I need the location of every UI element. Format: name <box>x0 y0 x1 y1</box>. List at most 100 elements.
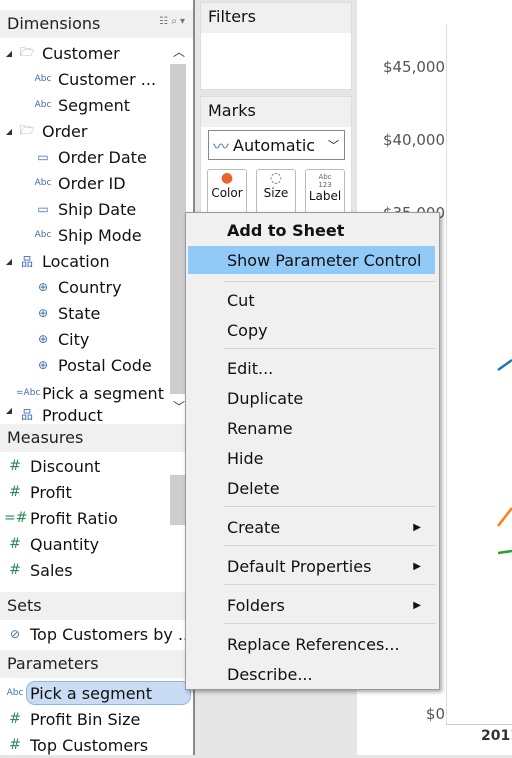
menu-item-rename[interactable]: Rename <box>186 414 439 442</box>
dimension-item[interactable]: ⊕ City <box>32 326 89 352</box>
item-label: Order <box>42 121 88 141</box>
dimension-hierarchy-location[interactable]: ◢ 品 Location <box>2 248 110 274</box>
collapse-icon[interactable]: ◢ <box>2 127 16 136</box>
measures-title: Measures <box>7 428 84 447</box>
measure-item[interactable]: # Profit <box>4 479 72 505</box>
item-label: State <box>58 303 101 323</box>
item-label: Pick a segment <box>42 383 164 403</box>
dimension-item[interactable]: Abc Order ID <box>32 170 126 196</box>
dimension-item[interactable]: ▭ Order Date <box>32 144 146 170</box>
collapse-icon[interactable]: ◢ <box>2 257 16 266</box>
menu-item-edit[interactable]: Edit... <box>186 354 439 382</box>
menu-item-replace-references[interactable]: Replace References... <box>186 630 439 658</box>
item-label: Profit <box>30 482 72 502</box>
marks-title: Marks <box>201 97 351 127</box>
set-icon: ⊘ <box>9 627 21 641</box>
item-label: Ship Date <box>58 199 137 219</box>
measures-header: Measures <box>0 424 193 452</box>
dimension-item[interactable]: ▭ Ship Date <box>32 196 136 222</box>
number-icon: # <box>9 458 21 474</box>
filters-title: Filters <box>201 3 351 33</box>
submenu-arrow-icon: ▶ <box>413 521 421 533</box>
measure-item[interactable]: =# Profit Ratio <box>4 505 118 531</box>
menu-item-hide[interactable]: Hide <box>186 444 439 472</box>
color-label: Color <box>211 186 243 200</box>
scrollbar-thumb[interactable] <box>170 64 186 394</box>
scroll-up-icon[interactable]: ︿ <box>173 43 185 60</box>
calculated-number-icon: =# <box>4 510 28 526</box>
menu-item-label: Create <box>227 517 281 537</box>
dimension-item[interactable]: Abc Ship Mode <box>32 222 142 248</box>
parameters-header: Parameters <box>0 650 193 678</box>
filters-shelf[interactable]: Filters <box>200 2 352 90</box>
dimension-item[interactable]: Abc Segment <box>32 92 130 118</box>
menu-item-cut[interactable]: Cut <box>186 286 439 314</box>
line-icon: 〰 <box>213 137 230 156</box>
scrollbar-thumb[interactable] <box>170 475 186 525</box>
item-label: Segment <box>58 95 130 115</box>
search-icon[interactable]: ☷ ⌕ ▾ <box>159 16 185 27</box>
label-icon: Abc 123 <box>318 173 332 189</box>
menu-divider <box>224 281 436 282</box>
dimension-hierarchy-product[interactable]: ◢ 品 Product <box>2 406 103 422</box>
context-menu: Add to Sheet Show Parameter Control Cut … <box>185 212 440 690</box>
data-pane: Dimensions ☷ ⌕ ▾ ︿ ﹀ ◢ 🗁 Customer Abc Custom… <box>0 0 195 755</box>
abc-icon: Abc <box>6 688 24 698</box>
folder-icon: 🗁 <box>19 44 35 59</box>
menu-item-duplicate[interactable]: Duplicate <box>186 384 439 412</box>
menu-item-describe[interactable]: Describe... <box>186 660 439 688</box>
item-label: Customer ... <box>58 69 157 89</box>
number-icon: # <box>9 562 21 578</box>
series-line-blue <box>497 358 512 372</box>
folder-icon: 🗁 <box>19 122 35 137</box>
globe-icon: ⊕ <box>37 358 49 372</box>
dimension-item[interactable]: ⊕ Country <box>32 274 122 300</box>
chevron-down-icon: ﹀ <box>328 139 339 152</box>
collapse-icon[interactable]: ◢ <box>2 49 16 58</box>
series-line-orange <box>497 507 512 527</box>
dimension-item[interactable]: =Abc Pick a segment <box>16 380 164 406</box>
menu-item-folders[interactable]: Folders ▶ <box>186 591 439 619</box>
parameter-item[interactable]: # Profit Bin Size <box>4 706 140 732</box>
parameter-item[interactable]: # Top Customers <box>4 732 148 758</box>
dimension-item[interactable]: ⊕ State <box>32 300 100 326</box>
abc-icon: Abc <box>34 74 52 84</box>
abc-icon: Abc <box>34 178 52 188</box>
mark-type-dropdown[interactable]: 〰 Automatic ﹀ <box>208 130 345 160</box>
dimension-folder-customer[interactable]: ◢ 🗁 Customer <box>2 40 120 66</box>
menu-item-copy[interactable]: Copy <box>186 316 439 344</box>
item-label: Ship Mode <box>58 225 142 245</box>
menu-item-add-to-sheet[interactable]: Add to Sheet <box>186 216 439 244</box>
number-icon: # <box>9 711 21 727</box>
menu-item-label: Default Properties <box>227 556 372 576</box>
item-label: Order ID <box>58 173 126 193</box>
color-icon: ● <box>220 170 234 186</box>
submenu-arrow-icon: ▶ <box>413 560 421 572</box>
mark-type-value: Automatic <box>233 135 316 155</box>
measure-item[interactable]: # Sales <box>4 557 72 583</box>
item-label: Pick a segment <box>30 683 152 703</box>
globe-icon: ⊕ <box>37 280 49 294</box>
dimension-item[interactable]: Abc Customer ... <box>32 66 156 92</box>
sets-title: Sets <box>7 596 42 615</box>
measure-item[interactable]: # Quantity <box>4 531 99 557</box>
menu-divider <box>224 623 436 624</box>
marks-card: Marks 〰 Automatic ﹀ ● Color ◌ Size Abc 123 Lab… <box>200 96 352 226</box>
number-icon: # <box>9 484 21 500</box>
dimension-item[interactable]: ⊕ Postal Code <box>32 352 152 378</box>
item-label: Postal Code <box>58 355 152 375</box>
set-item[interactable]: ⊘ Top Customers by ... <box>4 621 193 647</box>
calendar-icon: ▭ <box>37 202 49 216</box>
menu-item-show-parameter-control[interactable]: Show Parameter Control <box>188 246 435 274</box>
measure-item[interactable]: # Discount <box>4 453 100 479</box>
item-label: Discount <box>30 456 101 476</box>
menu-item-default-properties[interactable]: Default Properties ▶ <box>186 552 439 580</box>
hierarchy-icon: 品 <box>20 408 33 422</box>
menu-divider <box>224 545 436 546</box>
parameter-item-selected[interactable]: Abc Pick a segment <box>4 680 152 706</box>
menu-item-create[interactable]: Create ▶ <box>186 513 439 541</box>
size-icon: ◌ <box>269 170 283 186</box>
dimension-folder-order[interactable]: ◢ 🗁 Order <box>2 118 88 144</box>
menu-item-delete[interactable]: Delete <box>186 474 439 502</box>
scroll-down-icon[interactable]: ﹀ <box>173 398 185 415</box>
